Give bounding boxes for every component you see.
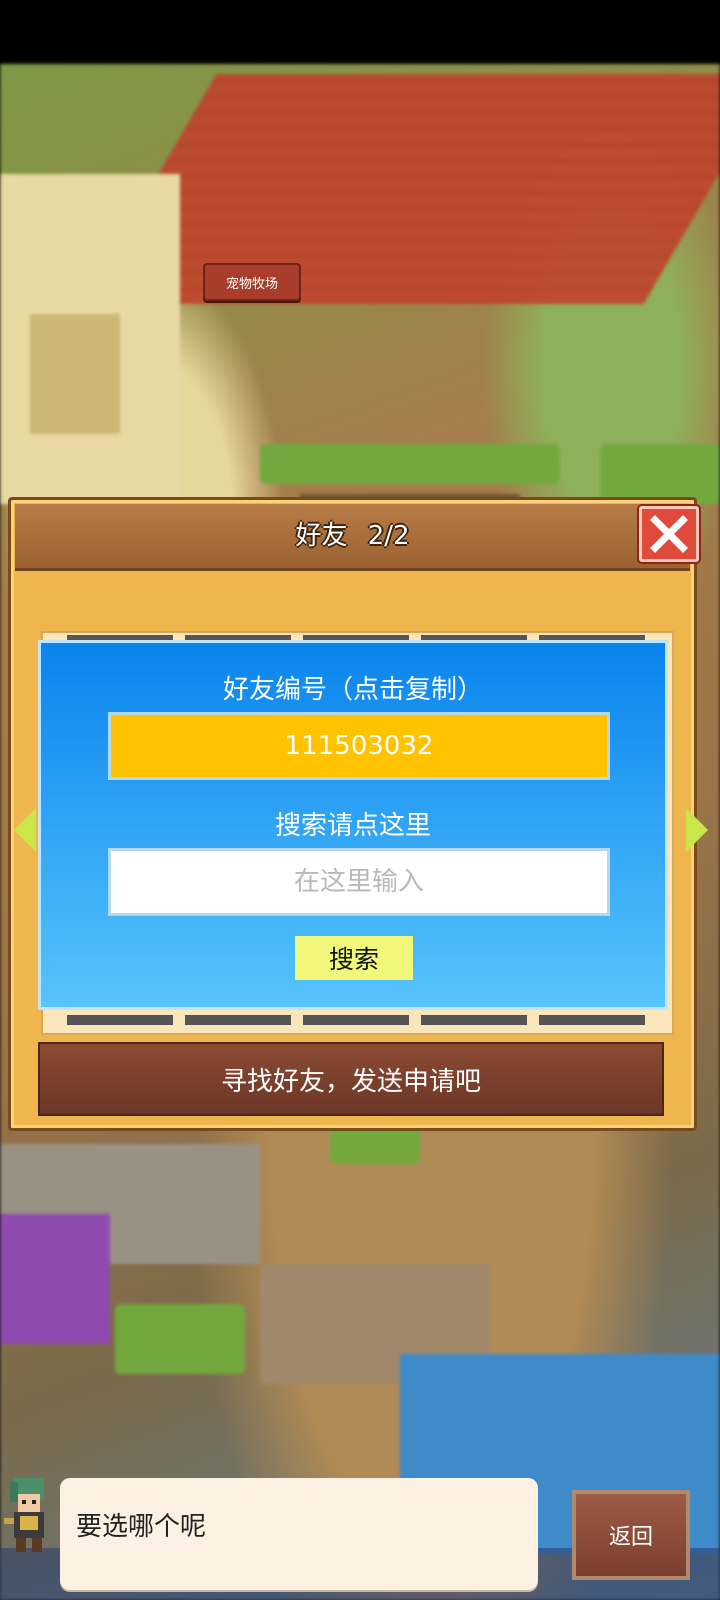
slot-bar	[67, 1015, 173, 1025]
close-icon	[649, 514, 689, 554]
friend-search-input[interactable]	[108, 848, 610, 916]
find-friends-message: 寻找好友，发送申请吧	[38, 1042, 664, 1116]
search-button[interactable]: 搜索	[295, 936, 413, 980]
friend-id-title: 好友编号（点击复制）	[222, 675, 483, 705]
status-bar	[0, 0, 720, 64]
slot-bar	[185, 1015, 291, 1025]
dialog-header: 好友 2/2	[15, 504, 690, 571]
speech-text: 要选哪个呢	[76, 1512, 207, 1542]
advisor-avatar	[0, 1470, 58, 1556]
speech-bubble: 要选哪个呢	[60, 1478, 538, 1590]
friend-id-panel: 好友编号（点击复制） 111503032 搜索请点这里 搜索	[38, 640, 668, 1010]
grass-patch	[600, 444, 720, 504]
next-page-arrow-icon[interactable]	[686, 808, 708, 852]
previous-page-arrow-icon[interactable]	[14, 808, 36, 852]
sand-area	[30, 314, 120, 434]
purple-building	[0, 1214, 110, 1344]
dialog-title-text: 好友	[295, 521, 348, 551]
friend-code-copy-button[interactable]: 111503032	[108, 712, 610, 780]
grass-patch	[115, 1304, 245, 1374]
search-hint: 搜索请点这里	[274, 811, 431, 841]
grass-patch	[260, 444, 560, 484]
back-button[interactable]: 返回	[572, 1490, 690, 1580]
pet-ranch-sign[interactable]: 宠物牧场	[203, 263, 301, 301]
slot-bar	[539, 1015, 645, 1025]
slot-bar	[421, 1015, 527, 1025]
friend-count: 2/2	[367, 521, 410, 551]
close-button[interactable]	[639, 506, 699, 562]
slot-bar	[303, 1015, 409, 1025]
dialog-title: 好友 2/2	[15, 504, 690, 568]
